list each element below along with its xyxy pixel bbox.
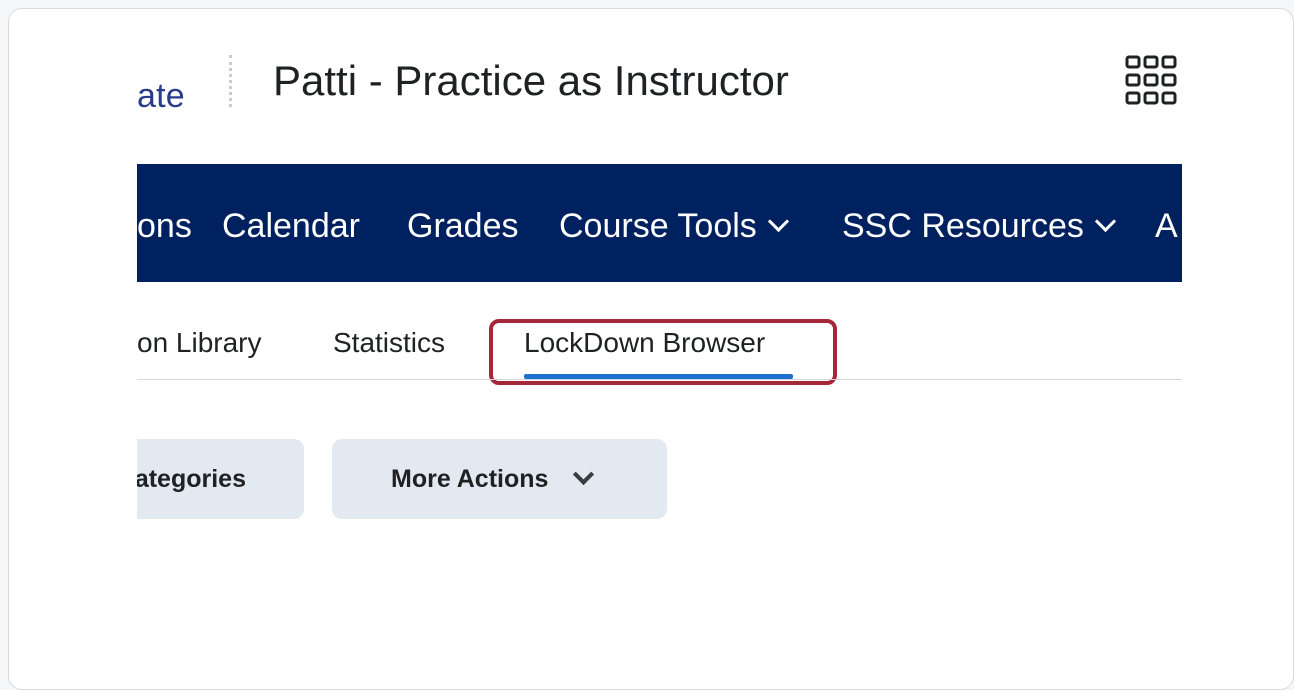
- nav-item-label: Grades: [407, 207, 519, 245]
- chevron-down-icon: [573, 463, 595, 485]
- button-label: More Actions: [391, 464, 549, 493]
- nav-item-label: ons: [137, 207, 192, 245]
- nav-item-label: Calendar: [222, 207, 360, 245]
- grid-icon[interactable]: [1123, 53, 1179, 109]
- nav-item-course-tools[interactable]: Course Tools: [559, 206, 789, 246]
- brand-logo[interactable]: ate: [137, 77, 185, 116]
- browser-card: ate Patti - Practice as Instructor ons C…: [8, 8, 1294, 690]
- course-navbar: ons Calendar Grades Course Tools SSC Res…: [137, 164, 1182, 282]
- more-actions-button[interactable]: More Actions: [332, 439, 667, 519]
- tab-label: LockDown Browser: [524, 327, 766, 358]
- tab-label: Statistics: [333, 327, 446, 358]
- nav-item-grades[interactable]: Grades: [407, 206, 519, 246]
- content-crop: ate Patti - Practice as Instructor ons C…: [137, 9, 1182, 669]
- tab-lockdown-browser[interactable]: LockDown Browser: [524, 327, 765, 359]
- tab-statistics[interactable]: Statistics: [333, 327, 445, 359]
- button-label: ategories: [137, 464, 246, 493]
- nav-item-label: A: [1155, 207, 1178, 245]
- nav-item-discussions[interactable]: ons: [137, 206, 192, 246]
- tab-question-library[interactable]: on Library: [137, 327, 262, 359]
- chevron-down-icon: [767, 210, 789, 233]
- tab-divider: [137, 379, 1182, 380]
- edit-categories-button[interactable]: ategories: [137, 439, 304, 519]
- nav-item-more[interactable]: A: [1155, 206, 1178, 246]
- nav-item-label: SSC Resources: [842, 207, 1084, 245]
- nav-item-ssc-resources[interactable]: SSC Resources: [842, 206, 1116, 246]
- nav-item-calendar[interactable]: Calendar: [222, 206, 360, 246]
- course-title[interactable]: Patti - Practice as Instructor: [273, 57, 789, 105]
- chevron-down-icon: [1094, 210, 1116, 233]
- tab-label: on Library: [137, 327, 262, 358]
- header-divider: [229, 55, 232, 107]
- nav-item-label: Course Tools: [559, 207, 757, 245]
